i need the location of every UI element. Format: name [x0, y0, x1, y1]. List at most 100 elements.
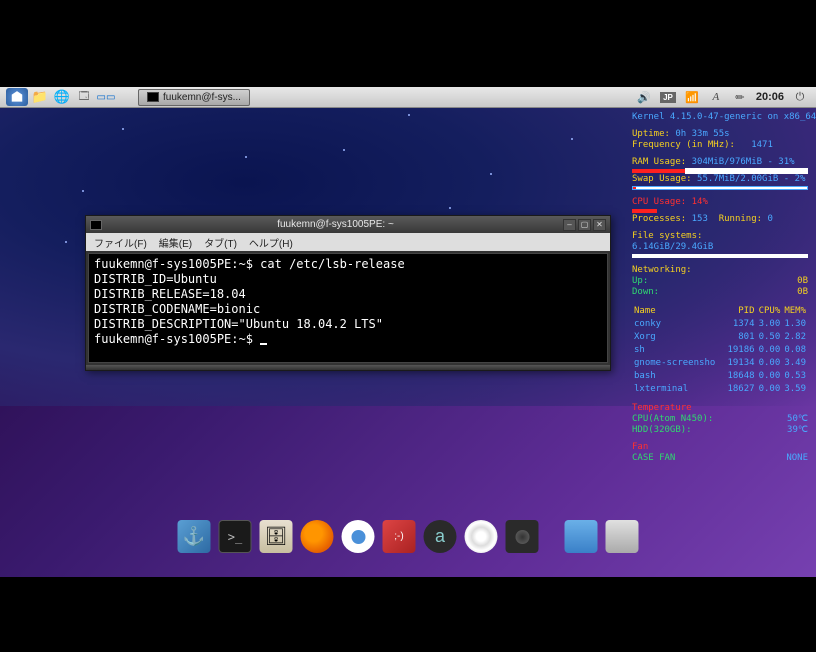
prompt: fuukemn@f-sys1005PE:~$	[94, 257, 260, 271]
freq-label: Frequency (in MHz):	[632, 140, 735, 150]
process-table: NamePIDCPU%MEM% conky13743.001.30 Xorg80…	[632, 304, 808, 397]
dock-disc-icon[interactable]	[465, 520, 498, 553]
desktop: 📁 🌐 🗔 ▭▭ fuukemn@f-sys... 🔊 JP 📶 A ✏ 20:…	[0, 87, 816, 577]
dock: ⚓ 🗄 ;-) a	[174, 516, 643, 557]
menu-tabs[interactable]: タブ(T)	[200, 235, 241, 250]
menubar: ファイル(F) 編集(E) タブ(T) ヘルプ(H)	[86, 233, 610, 251]
minimize-button[interactable]: ‒	[563, 219, 576, 231]
tool-icon[interactable]: ✏	[732, 90, 748, 104]
cpu-temp-label: CPU(Atom N450):	[632, 414, 713, 425]
swap-value: 55.7MiB/2.00GiB - 2%	[697, 174, 805, 184]
window-controls: ‒ ▢ ✕	[563, 219, 606, 231]
dock-anchor-icon[interactable]: ⚓	[178, 520, 211, 553]
output-line: DISTRIB_CODENAME=bionic	[94, 302, 602, 317]
uptime-value: 0h 33m 55s	[675, 129, 729, 139]
close-button[interactable]: ✕	[593, 219, 606, 231]
hdd-temp-label: HDD(320GB):	[632, 425, 692, 436]
hdd-temp: 39℃	[787, 425, 808, 436]
letterbox-bottom	[0, 577, 816, 652]
cpu-label: CPU Usage:	[632, 197, 686, 207]
fan-header: Fan	[632, 442, 808, 453]
process-row: bash186480.000.53	[634, 371, 806, 382]
fan-value: NONE	[786, 453, 808, 464]
cpu-bar	[632, 209, 657, 213]
panel-left: 📁 🌐 🗔 ▭▭ fuukemn@f-sys...	[0, 88, 250, 106]
fs-bar	[632, 254, 808, 258]
proc-count: 153	[692, 214, 708, 224]
up-label: Up:	[632, 276, 648, 287]
swap-bar	[632, 186, 808, 190]
terminal-window[interactable]: fuukemn@f-sys1005PE: ~ ‒ ▢ ✕ ファイル(F) 編集(…	[85, 215, 611, 371]
top-panel: 📁 🌐 🗔 ▭▭ fuukemn@f-sys... 🔊 JP 📶 A ✏ 20:…	[0, 87, 816, 108]
dock-daemon-icon[interactable]: ;-)	[383, 520, 416, 553]
panel-right: 🔊 JP 📶 A ✏ 20:06 ⏻	[636, 90, 816, 104]
clock[interactable]: 20:06	[756, 91, 784, 103]
maximize-button[interactable]: ▢	[578, 219, 591, 231]
taskbar-terminal-button[interactable]: fuukemn@f-sys...	[138, 89, 250, 106]
proc-label: Processes:	[632, 214, 686, 224]
menu-help[interactable]: ヘルプ(H)	[245, 235, 297, 250]
temp-header: Temperature	[632, 403, 808, 414]
dock-terminal-icon[interactable]	[219, 520, 252, 553]
titlebar[interactable]: fuukemn@f-sys1005PE: ~ ‒ ▢ ✕	[86, 216, 610, 233]
dock-drive-icon[interactable]	[606, 520, 639, 553]
dock-folder-icon[interactable]	[565, 520, 598, 553]
down-value: 0B	[797, 287, 808, 298]
cpu-value: 14%	[692, 197, 708, 207]
running-label: Running:	[719, 214, 762, 224]
ram-value: 304MiB/976MiB - 31%	[692, 157, 795, 167]
prompt: fuukemn@f-sys1005PE:~$	[94, 332, 260, 346]
output-line: DISTRIB_RELEASE=18.04	[94, 287, 602, 302]
window-terminal-icon	[90, 220, 102, 230]
swap-label: Swap Usage:	[632, 174, 692, 184]
ram-bar	[632, 169, 808, 173]
uptime-label: Uptime:	[632, 129, 670, 139]
network-icon[interactable]: 📶	[684, 90, 700, 104]
app-menu-button[interactable]	[6, 88, 28, 106]
ram-label: RAM Usage:	[632, 157, 686, 167]
net-label: Networking:	[632, 265, 808, 276]
taskbar-label: fuukemn@f-sys...	[163, 92, 241, 103]
process-row: Xorg8010.502.82	[634, 332, 806, 343]
kernel-line: Kernel 4.15.0-47-generic on x86_64	[632, 112, 808, 123]
keyboard-icon[interactable]: A	[708, 90, 724, 104]
power-icon[interactable]: ⏻	[792, 90, 808, 104]
command: cat /etc/lsb-release	[260, 257, 405, 271]
process-row: conky13743.001.30	[634, 319, 806, 330]
running-value: 0	[768, 214, 773, 224]
freq-value: 1471	[751, 140, 773, 150]
up-value: 0B	[797, 276, 808, 287]
volume-icon[interactable]: 🔊	[636, 90, 652, 104]
fan-label: CASE FAN	[632, 453, 675, 464]
input-method-indicator[interactable]: JP	[660, 92, 676, 103]
menu-file[interactable]: ファイル(F)	[90, 235, 151, 250]
file-manager-launcher-icon[interactable]: 📁	[30, 88, 50, 106]
window-title: fuukemn@f-sys1005PE: ~	[108, 219, 563, 230]
terminal-body[interactable]: fuukemn@f-sys1005PE:~$ cat /etc/lsb-rele…	[88, 253, 608, 363]
window-bottom-edge[interactable]	[86, 365, 610, 370]
output-line: DISTRIB_DESCRIPTION="Ubuntu 18.04.2 LTS"	[94, 317, 602, 332]
dock-separator	[547, 520, 557, 553]
dock-chromium-icon[interactable]	[342, 520, 375, 553]
dock-file-manager-icon[interactable]: 🗄	[260, 520, 293, 553]
dock-firefox-icon[interactable]	[301, 520, 334, 553]
cursor	[260, 343, 267, 345]
dock-atom-icon[interactable]: a	[424, 520, 457, 553]
process-row: lxterminal186270.003.59	[634, 384, 806, 395]
letterbox-top	[0, 0, 816, 87]
process-row: gnome-screensho191340.003.49	[634, 358, 806, 369]
process-row: sh191860.000.08	[634, 345, 806, 356]
window-switcher-icon[interactable]: ▭▭	[96, 88, 116, 106]
fs-label: File systems:	[632, 231, 808, 242]
process-header: NamePIDCPU%MEM%	[634, 306, 806, 317]
dock-camera-icon[interactable]	[506, 520, 539, 553]
down-label: Down:	[632, 287, 659, 298]
cpu-temp: 50℃	[787, 414, 808, 425]
show-desktop-icon[interactable]: 🗔	[74, 88, 94, 106]
output-line: DISTRIB_ID=Ubuntu	[94, 272, 602, 287]
browser-launcher-icon[interactable]: 🌐	[52, 88, 72, 106]
terminal-icon	[147, 92, 159, 102]
system-monitor: Kernel 4.15.0-47-generic on x86_64 Uptim…	[632, 112, 808, 464]
menu-edit[interactable]: 編集(E)	[155, 235, 196, 250]
fs-value: 6.14GiB/29.4GiB	[632, 242, 808, 253]
